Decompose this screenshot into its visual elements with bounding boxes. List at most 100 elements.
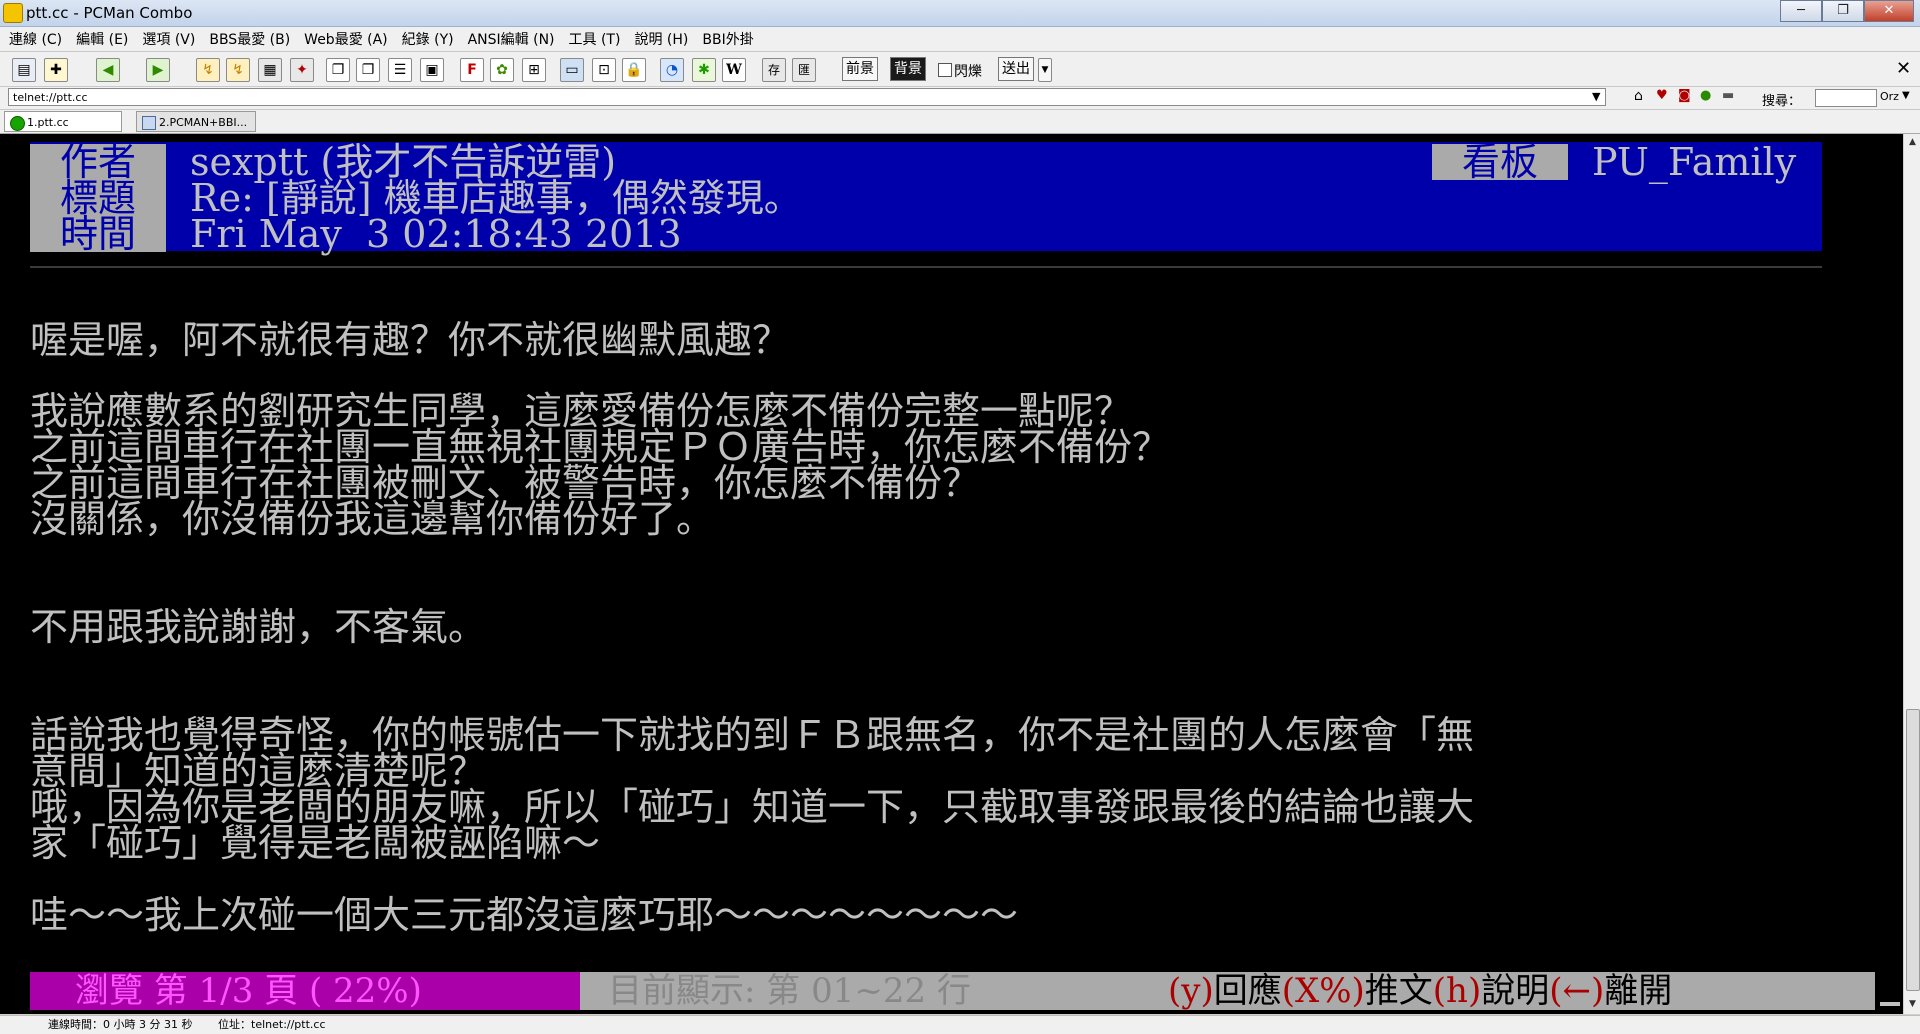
terminal-screen[interactable]: 作者 標題 時間 sexptt (我才不告訴逆雷) Re: [靜說] 機車店趣事… bbox=[0, 134, 1903, 1014]
send-dropdown-chevron-down-icon[interactable]: ▼ bbox=[1038, 58, 1052, 82]
search-input[interactable] bbox=[1815, 89, 1877, 107]
back-icon[interactable]: ◀ bbox=[96, 58, 120, 82]
connection-time: 連線時間：0 小時 3 分 31 秒 bbox=[48, 1018, 193, 1031]
connection-address: 位址：telnet://ptt.cc bbox=[218, 1018, 326, 1031]
screenshot-icon[interactable]: ▣ bbox=[420, 58, 444, 82]
window-title: ptt.cc - PCMan Combo bbox=[26, 4, 193, 22]
disconnect-icon[interactable]: ↯ bbox=[226, 58, 250, 82]
search-label: 搜尋： bbox=[1762, 94, 1802, 109]
select-all-icon[interactable]: ☰ bbox=[388, 58, 412, 82]
toolbar: ▤ ✚ ◀ ▶ ↯ ↯ ▦ ✦ ❐ ❐ ☰ ▣ F ✿ ⊞ ▭ ⊡ 🔒 ◔ ✱ … bbox=[0, 52, 1920, 87]
status-bar: 連線時間：0 小時 3 分 31 秒 位址：telnet://ptt.cc bbox=[0, 1015, 1920, 1034]
menu-connect[interactable]: 連線 (C) bbox=[9, 29, 62, 49]
search-web-icon[interactable]: ◔ bbox=[660, 58, 684, 82]
push-hint: 推文 bbox=[1364, 971, 1433, 1011]
time-label: 時間 bbox=[30, 215, 166, 253]
tab-label: 2.PCMAN+BBI... bbox=[159, 116, 248, 129]
blink-checkbox[interactable] bbox=[938, 63, 952, 77]
blink-label: 閃爍 bbox=[954, 64, 982, 80]
home-icon[interactable]: ⌂ bbox=[1634, 88, 1643, 104]
leave-hint: 離開 bbox=[1604, 971, 1673, 1011]
monitor-icon[interactable]: ▭ bbox=[560, 58, 584, 82]
help-key: (h) bbox=[1432, 971, 1482, 1011]
key-hints: (y)回應(X%)推文(h)說明(←)離開 bbox=[1130, 972, 1875, 1010]
article-line: 喔是喔，阿不就很有趣？你不就很幽默風趣？ bbox=[30, 318, 791, 362]
menu-bbi-plugin[interactable]: BBI外掛 bbox=[702, 29, 753, 49]
close-tab-button[interactable]: ✕ bbox=[1896, 58, 1911, 79]
font-icon[interactable]: F bbox=[460, 58, 484, 82]
article-line: 家「碰巧」覺得是老闆被誣陷嘛～ bbox=[30, 821, 601, 865]
wikipedia-icon[interactable]: W bbox=[722, 58, 746, 82]
maximize-button[interactable]: ❐ bbox=[1822, 0, 1864, 22]
foreground-color-button[interactable]: 前景 bbox=[842, 57, 878, 81]
reply-key: (y) bbox=[1168, 971, 1214, 1011]
record-icon[interactable]: ◙ bbox=[1678, 88, 1691, 103]
address-book-icon[interactable]: ▦ bbox=[258, 58, 282, 82]
board-name: PU_Family bbox=[1592, 140, 1797, 184]
title-label: 標題 bbox=[30, 179, 166, 217]
leave-key: (←) bbox=[1549, 971, 1605, 1011]
scroll-up-arrow-icon[interactable]: ▲ bbox=[1904, 134, 1920, 151]
address-dropdown-chevron-down-icon[interactable]: ▼ bbox=[1592, 90, 1600, 103]
menu-log[interactable]: 紀錄 (Y) bbox=[402, 29, 454, 49]
new-connection-icon[interactable]: ✚ bbox=[44, 58, 68, 82]
status-globe-icon[interactable]: ● bbox=[1700, 88, 1711, 103]
fullscreen-icon[interactable]: ⊞ bbox=[522, 58, 546, 82]
site-list-icon[interactable]: ▤ bbox=[12, 58, 36, 82]
text-cursor bbox=[1880, 1002, 1900, 1006]
favorite-add-icon[interactable]: ✦ bbox=[290, 58, 314, 82]
board-label: 看板 bbox=[1432, 143, 1568, 181]
header-divider bbox=[30, 266, 1822, 268]
restore-icon[interactable]: 匯 bbox=[792, 58, 816, 82]
article-line: 不用跟我說謝謝，不客氣。 bbox=[30, 605, 487, 649]
menu-web-favorites[interactable]: Web最愛 (A) bbox=[304, 29, 387, 49]
copy-icon[interactable]: ❐ bbox=[326, 58, 350, 82]
tab-bar: 1.ptt.cc 2.PCMAN+BBI... bbox=[0, 110, 1920, 134]
reply-hint: 回應 bbox=[1213, 971, 1282, 1011]
window-controls: ─ ❐ ✕ bbox=[1780, 0, 1914, 22]
favorites-icon[interactable]: ♥ bbox=[1656, 88, 1668, 103]
save-icon[interactable]: 存 bbox=[762, 58, 786, 82]
tab-pcman-bbi[interactable]: 2.PCMAN+BBI... bbox=[136, 111, 256, 132]
line-range: 目前顯示: 第 01~22 行 bbox=[580, 972, 1130, 1010]
scroll-thumb[interactable] bbox=[1906, 709, 1920, 991]
paste-icon[interactable]: ❐ bbox=[356, 58, 380, 82]
menu-help[interactable]: 說明 (H) bbox=[634, 29, 688, 49]
menu-options[interactable]: 選項 (V) bbox=[142, 29, 195, 49]
background-color-button[interactable]: 背景 bbox=[890, 57, 926, 81]
vertical-scrollbar[interactable]: ▲ ▼ bbox=[1903, 134, 1920, 1014]
orz-label: Orz bbox=[1880, 90, 1899, 103]
help-hint: 說明 bbox=[1481, 971, 1550, 1011]
connected-status-icon bbox=[10, 116, 25, 131]
settings-gear-icon[interactable]: ✿ bbox=[490, 58, 514, 82]
article-title: Re: [靜說] 機車店趣事，偶然發現。 bbox=[190, 176, 802, 220]
window-titlebar: ptt.cc - PCMan Combo ─ ❐ ✕ bbox=[0, 0, 1920, 27]
menu-tools[interactable]: 工具 (T) bbox=[569, 29, 621, 49]
push-key: (X%) bbox=[1281, 971, 1365, 1011]
scroll-down-arrow-icon[interactable]: ▼ bbox=[1904, 996, 1920, 1013]
address-bar: telnet://ptt.cc ▼ ⌂ ♥ ◙ ● ▬ 搜尋： Orz ▼ bbox=[0, 87, 1920, 110]
pager-status-bar: 瀏覽 第 1/3 頁 ( 22%) 目前顯示: 第 01~22 行 (y)回應(… bbox=[30, 972, 1903, 1010]
page-indicator: 瀏覽 第 1/3 頁 ( 22%) bbox=[30, 972, 580, 1010]
tab-label: 1.ptt.cc bbox=[27, 116, 69, 129]
lock-icon[interactable]: 🔒 bbox=[622, 58, 646, 82]
author-label: 作者 bbox=[30, 143, 166, 181]
menu-bbs-favorites[interactable]: BBS最愛 (B) bbox=[209, 29, 290, 49]
article-line: 哇～～我上次碰一個大三元都沒這麼巧耶～～～～～～～～ bbox=[30, 893, 1019, 937]
send-button[interactable]: 送出 bbox=[998, 57, 1034, 81]
article-author: sexptt (我才不告訴逆雷) bbox=[190, 140, 617, 184]
address-input[interactable]: telnet://ptt.cc bbox=[8, 88, 1606, 106]
monitor-small-icon[interactable]: ▬ bbox=[1722, 88, 1734, 103]
plugin-star-icon[interactable]: ✱ bbox=[692, 58, 716, 82]
reconnect-icon[interactable]: ↯ bbox=[196, 58, 220, 82]
menu-ansi-edit[interactable]: ANSI編輯 (N) bbox=[468, 29, 555, 49]
minimize-button[interactable]: ─ bbox=[1780, 0, 1822, 22]
close-window-button[interactable]: ✕ bbox=[1864, 0, 1914, 22]
search-dropdown-chevron-down-icon[interactable]: ▼ bbox=[1902, 90, 1910, 101]
page-icon bbox=[142, 116, 156, 130]
menu-bar: 連線 (C) 編輯 (E) 選項 (V) BBS最愛 (B) Web最愛 (A)… bbox=[0, 27, 1920, 52]
menu-edit[interactable]: 編輯 (E) bbox=[76, 29, 128, 49]
layout-icon[interactable]: ⊡ bbox=[592, 58, 616, 82]
tab-ptt[interactable]: 1.ptt.cc bbox=[4, 111, 122, 132]
forward-icon[interactable]: ▶ bbox=[146, 58, 170, 82]
